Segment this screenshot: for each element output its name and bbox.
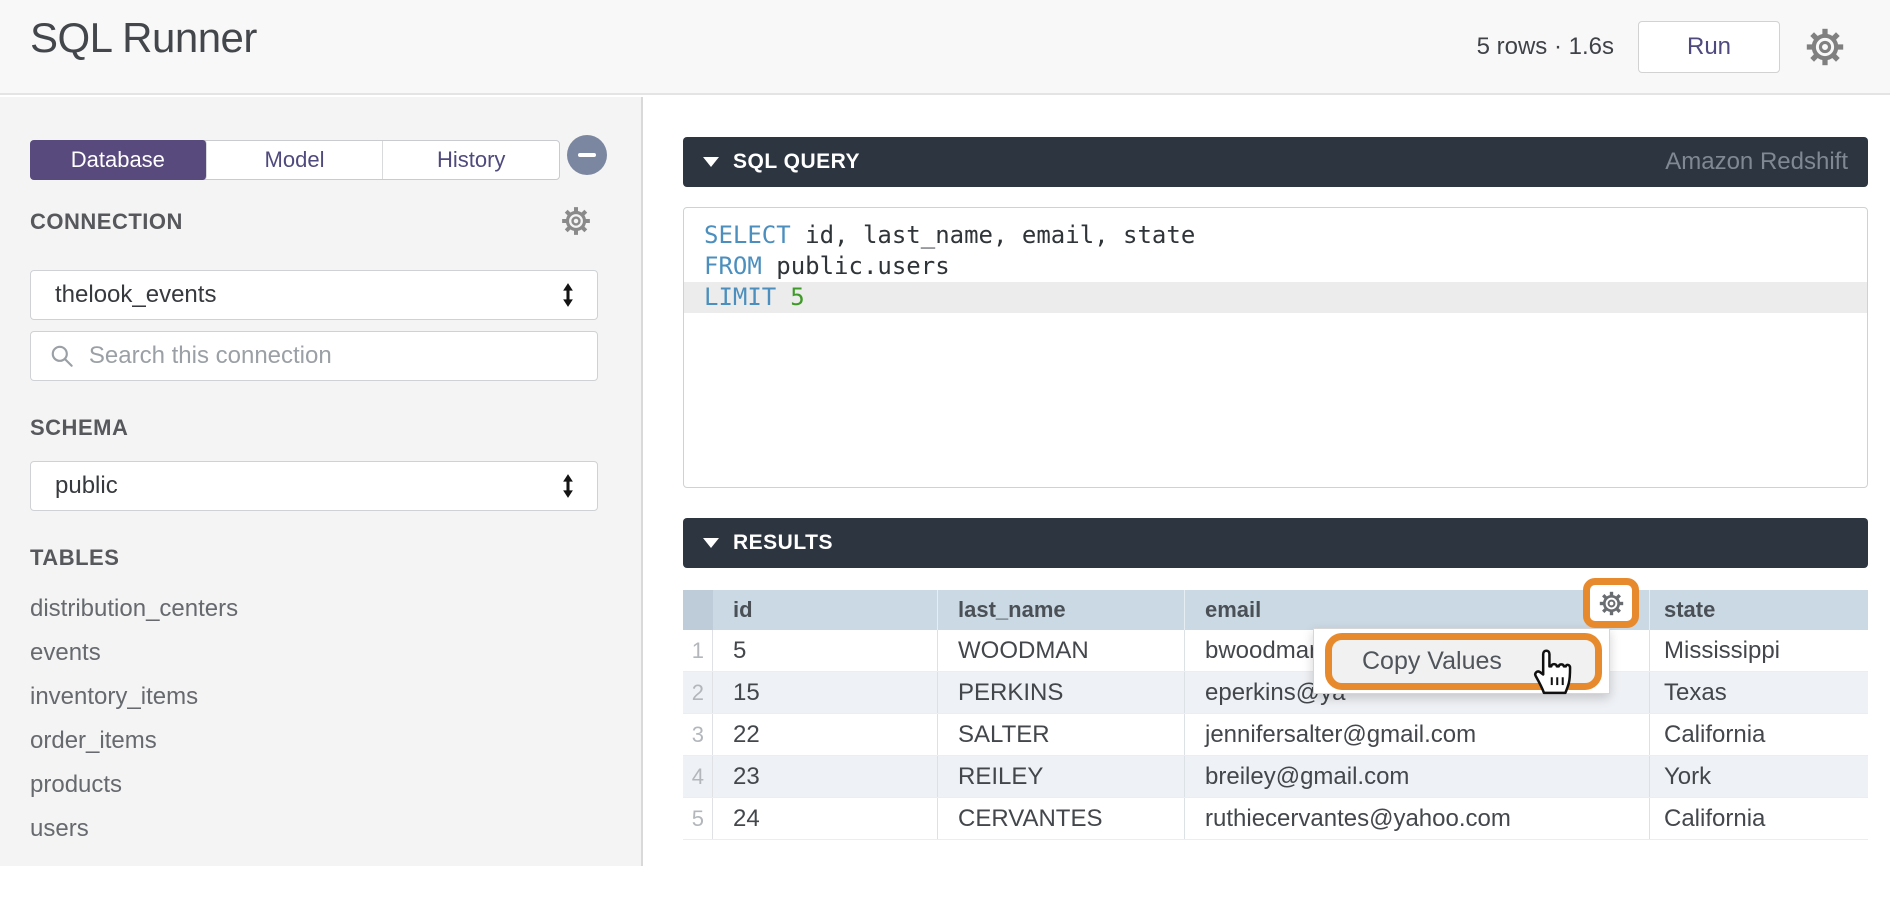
table-item-order-items[interactable]: order_items (30, 719, 238, 763)
triangle-down-icon (703, 538, 719, 548)
table-item-users[interactable]: users (30, 807, 238, 851)
connection-select-value: thelook_events (55, 281, 216, 309)
cell-id: 15 (713, 672, 938, 713)
connection-select[interactable]: thelook_events (30, 270, 598, 320)
row-number: 1 (683, 630, 713, 671)
connection-dialect-label: Amazon Redshift (1665, 148, 1868, 176)
cell-email: ruthiecervantes@yahoo.com (1185, 798, 1650, 839)
cell-id: 24 (713, 798, 938, 839)
cell-state: Texas (1650, 672, 1868, 713)
results-table-header: id last_name email state (683, 590, 1868, 630)
schema-select[interactable]: public (30, 461, 598, 511)
sql-query-panel-header[interactable]: SQL QUERY Amazon Redshift (683, 137, 1868, 187)
cell-last-name: CERVANTES (938, 798, 1185, 839)
cell-id: 22 (713, 714, 938, 755)
connection-heading: CONNECTION (30, 209, 183, 235)
row-number: 2 (683, 672, 713, 713)
column-settings-gear-icon[interactable] (1598, 590, 1625, 617)
top-bar-actions: 5 rows · 1.6s Run (1477, 0, 1846, 93)
column-header-email: email (1185, 590, 1650, 630)
triangle-down-icon (703, 157, 719, 167)
connection-search (30, 331, 598, 381)
row-number: 3 (683, 714, 713, 755)
table-row: 5 24 CERVANTES ruthiecervantes@yahoo.com… (683, 798, 1868, 840)
cell-last-name: WOODMAN (938, 630, 1185, 671)
column-gear-annotation (1583, 578, 1639, 628)
tab-model[interactable]: Model (207, 141, 384, 179)
code-line: SELECT id, last_name, email, state (684, 220, 1867, 251)
column-header-last-name: last_name (938, 590, 1185, 630)
top-bar: SQL Runner 5 rows · 1.6s Run (0, 0, 1890, 95)
menu-item-copy-values[interactable]: Copy Values (1332, 647, 1502, 676)
code-line-active: LIMIT5 (684, 282, 1867, 313)
row-number: 4 (683, 756, 713, 797)
table-row: 4 23 REILEY breiley@gmail.com York (683, 756, 1868, 798)
results-panel-header[interactable]: RESULTS (683, 518, 1868, 568)
tab-database[interactable]: Database (30, 140, 207, 180)
sql-query-panel-title: SQL QUERY (733, 150, 860, 174)
schema-heading: SCHEMA (30, 415, 128, 441)
column-header-id: id (713, 590, 938, 630)
table-item-inventory-items[interactable]: inventory_items (30, 675, 238, 719)
table-row: 2 15 PERKINS eperkins@ya Texas (683, 672, 1868, 714)
hand-cursor-icon (1528, 646, 1574, 696)
table-row: 1 5 WOODMAN bwoodman@ Mississippi (683, 630, 1868, 672)
column-context-menu: Copy Values (1313, 628, 1610, 694)
table-item-events[interactable]: events (30, 631, 238, 675)
main-content: SQL QUERY Amazon Redshift SELECT id, las… (645, 97, 1890, 898)
cell-id: 23 (713, 756, 938, 797)
table-item-distribution-centers[interactable]: distribution_centers (30, 587, 238, 631)
cell-email: jennifersalter@gmail.com (1185, 714, 1650, 755)
results-panel-title: RESULTS (733, 531, 833, 555)
up-down-arrows-icon (561, 282, 575, 308)
explorer-sidebar: Database Model History CONNECTION theloo… (0, 97, 643, 866)
up-down-arrows-icon (561, 473, 575, 499)
cell-last-name: SALTER (938, 714, 1185, 755)
tables-heading: TABLES (30, 545, 119, 571)
cell-state: Mississippi (1650, 630, 1868, 671)
schema-select-value: public (55, 472, 118, 500)
tables-list: distribution_centers events inventory_it… (30, 587, 238, 851)
search-icon (49, 342, 75, 370)
column-header-state: state (1650, 590, 1868, 630)
collapse-sidebar-button[interactable] (567, 135, 607, 175)
code-line: FROM public.users (684, 251, 1867, 282)
table-item-products[interactable]: products (30, 763, 238, 807)
table-row: 3 22 SALTER jennifersalter@gmail.com Cal… (683, 714, 1868, 756)
cell-last-name: PERKINS (938, 672, 1185, 713)
page-title: SQL Runner (30, 14, 257, 62)
cell-state: California (1650, 714, 1868, 755)
sidebar-tabs: Database Model History (30, 140, 560, 180)
sql-runner-app: SQL Runner 5 rows · 1.6s Run Database Mo… (0, 0, 1890, 898)
run-button[interactable]: Run (1638, 21, 1780, 73)
cell-state: York (1650, 756, 1868, 797)
minus-icon (578, 153, 596, 157)
cell-last-name: REILEY (938, 756, 1185, 797)
cell-email: breiley@gmail.com (1185, 756, 1650, 797)
cell-id: 5 (713, 630, 938, 671)
results-table: id last_name email state 1 5 WOODMAN bwo… (683, 590, 1868, 840)
sql-editor[interactable]: SELECT id, last_name, email, state FROM … (683, 207, 1868, 488)
connection-gear-icon[interactable] (560, 205, 592, 237)
corner-header-cell (683, 590, 713, 630)
query-status: 5 rows · 1.6s (1477, 33, 1614, 61)
search-input[interactable] (89, 342, 579, 370)
copy-values-annotation: Copy Values (1325, 633, 1602, 690)
cell-state: California (1650, 798, 1868, 839)
settings-gear-icon[interactable] (1804, 26, 1846, 68)
tab-history[interactable]: History (383, 141, 559, 179)
row-number: 5 (683, 798, 713, 839)
